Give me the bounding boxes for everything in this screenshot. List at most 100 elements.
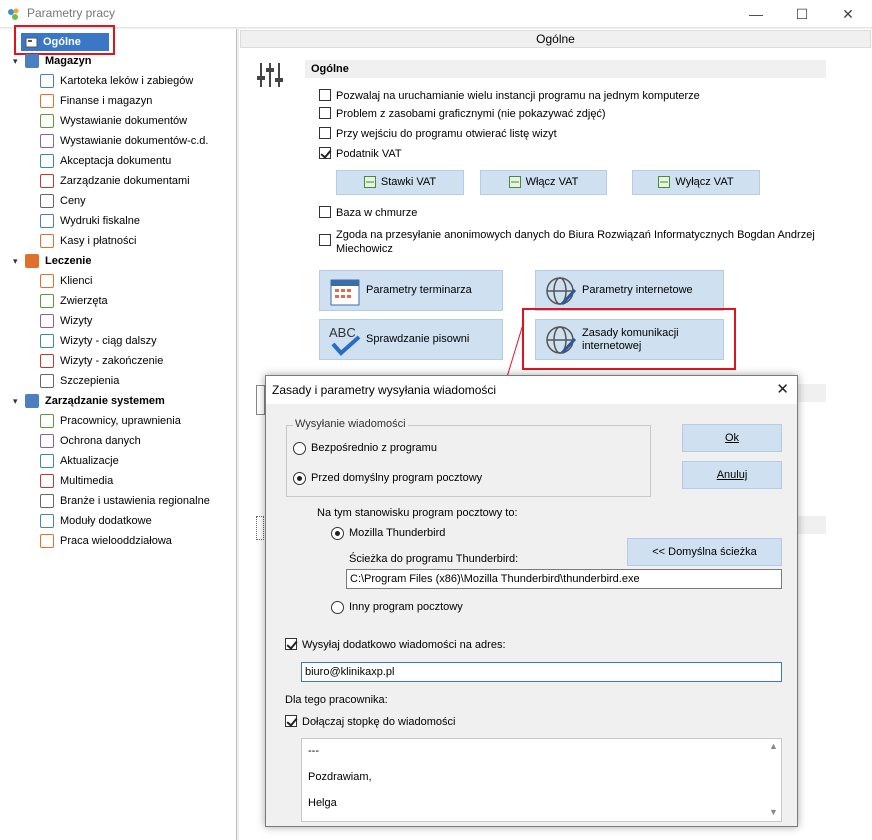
tree-item[interactable]: Pracownicy, uprawnienia <box>40 411 181 431</box>
tree-item-label: Kartoteka leków i zabiegów <box>60 75 194 88</box>
checkbox-label: Problem z zasobami graficznymi (nie poka… <box>336 108 606 120</box>
checkbox-box[interactable] <box>285 638 297 650</box>
clipboard-icon <box>25 254 39 269</box>
maximize-button[interactable]: ☐ <box>779 0 825 28</box>
scheduler-params-label: Parametry terminarza <box>366 284 472 296</box>
tree-group-label: Magazyn <box>45 55 92 68</box>
ok-button[interactable]: Ok <box>682 424 782 452</box>
tree-item-icon <box>40 114 54 129</box>
radio-direct-label: Bezpośrednio z programu <box>311 442 437 454</box>
thunderbird-path-input[interactable]: C:\Program Files (x86)\Mozilla Thunderbi… <box>346 569 782 589</box>
tree-item-label: Ochrona danych <box>60 435 141 448</box>
scroll-up-icon[interactable]: ▲ <box>769 741 778 751</box>
hidden-icon <box>256 385 265 415</box>
tree-expander-icon[interactable]: ▾ <box>13 396 18 407</box>
minimize-button[interactable]: — <box>733 0 779 28</box>
checkbox-box[interactable] <box>319 89 331 101</box>
checkbox-box[interactable] <box>285 715 297 727</box>
tree-item-icon <box>40 374 54 389</box>
tree-item-label: Finanse i magazyn <box>60 95 153 108</box>
footer-line: --- <box>308 745 319 757</box>
tree-item[interactable]: Kasy i płatności <box>40 231 136 251</box>
checkbox-box[interactable] <box>319 206 331 218</box>
tree-item[interactable]: Wizyty - ciąg dalszy <box>40 331 157 351</box>
tree-item[interactable]: Szczepienia <box>40 371 119 391</box>
tree-item-icon <box>40 454 54 469</box>
tree-group-1[interactable]: Leczenie <box>25 251 91 271</box>
tree-item[interactable]: Ochrona danych <box>40 431 141 451</box>
tree-item-icon <box>40 274 54 289</box>
checkbox-label: Przy wejściu do programu otwierać listę … <box>336 128 557 140</box>
internet-params-button[interactable]: Parametry internetowe <box>535 270 724 311</box>
scroll-down-icon[interactable]: ▼ <box>769 807 778 817</box>
enable-vat-button[interactable]: Włącz VAT <box>480 170 607 195</box>
radio-default-client[interactable] <box>293 472 306 485</box>
tree-item[interactable]: Wydruki fiskalne <box>40 211 140 231</box>
tree-item-icon <box>40 174 54 189</box>
default-path-button[interactable]: << Domyślna ścieżka <box>627 538 782 566</box>
vat-rates-button[interactable]: Stawki VAT <box>336 170 464 195</box>
extra-address-input[interactable]: biuro@klinikaxp.pl <box>301 662 782 682</box>
checkbox-box[interactable] <box>319 127 331 139</box>
tree-item[interactable]: Branże i ustawienia regionalne <box>40 491 210 511</box>
tree-item[interactable]: Zwierzęta <box>40 291 108 311</box>
radio-direct[interactable] <box>293 442 306 455</box>
dialog-close-icon[interactable]: ✕ <box>776 376 789 404</box>
close-window-button[interactable]: ✕ <box>825 0 871 28</box>
footer-textarea[interactable]: --- Pozdrawiam, Helga ▲ ▼ <box>301 738 782 822</box>
tree-group-2[interactable]: Zarządzanie systemem <box>25 391 165 411</box>
tree-item-icon <box>40 354 54 369</box>
tree-item[interactable]: Aktualizacje <box>40 451 119 471</box>
tree-item-icon <box>40 494 54 509</box>
globe-pen-icon <box>546 277 577 306</box>
calendar-icon <box>330 279 360 306</box>
tree-item[interactable]: Ceny <box>40 191 86 211</box>
spellcheck-button[interactable]: ABC Sprawdzanie pisowni <box>319 319 503 360</box>
tree-item-icon <box>40 474 54 489</box>
vat-icon <box>658 176 671 189</box>
tree-item[interactable]: Moduły dodatkowe <box>40 511 152 531</box>
thunderbird-path-label: Ścieżka do programu Thunderbird: <box>349 553 519 565</box>
tree-item[interactable]: Akceptacja dokumentu <box>40 151 171 171</box>
radio-default-client-label: Przed domyślny program pocztowy <box>311 472 483 484</box>
sliders-icon <box>257 63 283 87</box>
tree-item[interactable]: Zarządzanie dokumentami <box>40 171 190 191</box>
checkbox-box[interactable] <box>319 234 331 246</box>
tree-item-icon <box>40 94 54 109</box>
scheduler-params-button[interactable]: Parametry terminarza <box>319 270 503 311</box>
tree-item[interactable]: Wizyty <box>40 311 92 331</box>
tree-item[interactable]: Praca wielooddziałowa <box>40 531 172 551</box>
tree-item[interactable]: Finanse i magazyn <box>40 91 152 111</box>
send-mode-group-title: Wysyłanie wiadomości <box>293 418 408 430</box>
tree-expander-icon[interactable]: ▾ <box>13 256 18 267</box>
checkbox-box[interactable] <box>319 147 331 159</box>
tree-expander-icon[interactable]: ▾ <box>13 56 18 67</box>
tree-item[interactable]: Wizyty - zakończenie <box>40 351 163 371</box>
tree-item[interactable]: Klienci <box>40 271 92 291</box>
section-title: Ogólne <box>305 60 826 78</box>
checkbox-box[interactable] <box>319 107 331 119</box>
radio-thunderbird-label: Mozilla Thunderbird <box>349 527 446 539</box>
tree-item[interactable]: Wystawianie dokumentów <box>40 111 187 131</box>
tree-item[interactable]: Kartoteka leków i zabiegów <box>40 71 193 91</box>
cancel-button[interactable]: Anuluj <box>682 461 782 489</box>
tree-item-label: Akceptacja dokumentu <box>60 155 172 168</box>
panel-tab-ogolne: Ogólne <box>240 30 871 48</box>
disable-vat-label: Wyłącz VAT <box>675 176 734 188</box>
radio-other-client[interactable] <box>331 601 344 614</box>
vat-rates-label: Stawki VAT <box>380 176 437 188</box>
radio-thunderbird[interactable] <box>331 527 344 540</box>
tree-item[interactable]: Wystawianie dokumentów-c.d. <box>40 131 208 151</box>
footer-scrollbar[interactable]: ▲ ▼ <box>765 739 781 821</box>
warehouse-icon <box>25 54 39 69</box>
default-path-button-label: << Domyślna ścieżka <box>652 546 757 558</box>
tree-group-0[interactable]: Magazyn <box>25 51 91 71</box>
tree-item[interactable]: Multimedia <box>40 471 113 491</box>
tree-item-icon <box>40 314 54 329</box>
spellcheck-icon: ABC <box>329 325 361 356</box>
dialog-titlebar: Zasady i parametry wysyłania wiadomości … <box>266 376 797 404</box>
disable-vat-button[interactable]: Wyłącz VAT <box>632 170 760 195</box>
hidden-icon <box>256 516 264 540</box>
enable-vat-label: Włącz VAT <box>525 176 579 188</box>
tree-item-label: Szczepienia <box>60 375 120 388</box>
